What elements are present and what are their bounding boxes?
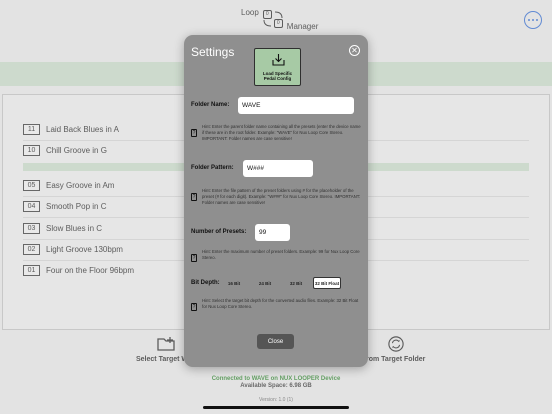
settings-title: Settings <box>191 45 235 59</box>
folder-name-label: Folder Name: <box>191 102 230 108</box>
download-icon <box>272 54 285 66</box>
bit-option-16[interactable]: 16 Bit <box>220 277 248 289</box>
folder-name-hint-text: Hint: Enter the parent folder name conta… <box>202 124 361 141</box>
bit-depth-segmented-control: 16 Bit 24 Bit 32 Bit 32 Bit Float <box>220 277 341 289</box>
close-button[interactable]: Close <box>257 334 294 349</box>
help-icon: ? <box>191 193 197 201</box>
presets-hint-text: Hint: Enter the maximum number of preset… <box>202 249 360 260</box>
bit-option-24[interactable]: 24 Bit <box>251 277 279 289</box>
presets-hint: ? Hint: Enter the maximum number of pres… <box>191 249 362 262</box>
bit-depth-label: Bit Depth: <box>191 280 220 286</box>
folder-name-input[interactable] <box>238 97 354 114</box>
bit-depth-hint: ? Hint: Select the target bit depth for … <box>191 298 362 311</box>
close-icon[interactable]: ✕ <box>349 45 360 56</box>
folder-name-hint: ? Hint: Enter the parent folder name con… <box>191 124 362 141</box>
bit-option-32-float[interactable]: 32 Bit Float <box>313 277 341 289</box>
load-button-line2: Pedal Config <box>263 76 292 82</box>
help-icon: ? <box>191 303 197 311</box>
presets-input[interactable] <box>255 224 290 241</box>
help-icon: ? <box>191 254 197 262</box>
home-indicator <box>203 406 349 409</box>
settings-modal: Settings ✕ Load Specific Pedal Config Fo… <box>184 35 368 367</box>
load-pedal-config-button[interactable]: Load Specific Pedal Config <box>254 48 301 86</box>
presets-label: Number of Presets: <box>191 229 247 235</box>
bit-option-32[interactable]: 32 Bit <box>282 277 310 289</box>
folder-pattern-hint: ? Hint: Enter the file pattern of the pr… <box>191 188 362 205</box>
folder-pattern-label: Folder Pattern: <box>191 165 234 171</box>
help-icon: ? <box>191 129 197 137</box>
folder-pattern-input[interactable] <box>243 160 313 177</box>
folder-pattern-hint-text: Hint: Enter the file pattern of the pres… <box>202 188 361 205</box>
bit-depth-hint-text: Hint: Select the target bit depth for th… <box>202 298 359 309</box>
